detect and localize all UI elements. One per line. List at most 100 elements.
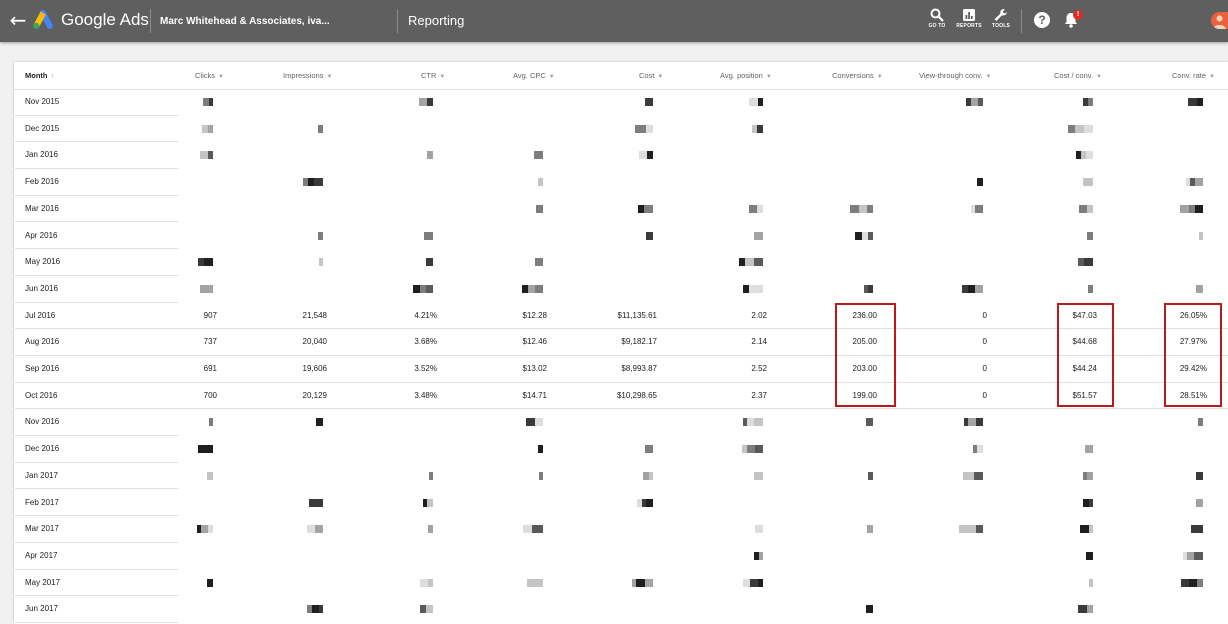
column-header-avg-cpc[interactable]: Avg. CPC ▼ [513, 71, 555, 82]
redacted-value-block [976, 525, 983, 534]
column-header-conversions[interactable]: Conversions ▼ [832, 71, 883, 82]
table-row: Mar 2016 [15, 196, 1228, 223]
cost-cell: $11,135.61 [617, 310, 657, 320]
redacted-value-block [312, 605, 319, 614]
redacted-value-block [647, 151, 653, 160]
month-cell: Feb 2016 [25, 177, 59, 187]
dropdown-caret-icon: ▼ [1209, 74, 1215, 80]
redacted-value-block [522, 284, 528, 293]
column-header-impressions[interactable]: Impressions ▼ [283, 71, 332, 82]
goto-button[interactable]: GO TO [920, 8, 954, 36]
view-through-cell: 0 [982, 364, 987, 373]
month-cell: Apr 2017 [25, 550, 58, 560]
reports-button[interactable]: REPORTS [952, 8, 986, 36]
back-arrow-icon[interactable]: ← [8, 9, 28, 31]
redacted-value-block [645, 445, 653, 454]
dropdown-caret-icon: ▼ [326, 74, 333, 80]
redacted-value-block [1191, 525, 1197, 534]
redacted-value-block [855, 231, 862, 240]
redacted-value-block [635, 124, 641, 133]
redacted-value-block [307, 525, 315, 534]
column-header-month[interactable]: Month ↑ [25, 71, 54, 82]
table-row: Feb 2016 [15, 169, 1228, 196]
redacted-value-block [1187, 551, 1194, 560]
redacted-value-block [976, 418, 983, 427]
avg-position-cell: 2.52 [751, 364, 767, 373]
table-row: Feb 2017 [15, 490, 1228, 517]
impressions-cell: 19,606 [302, 364, 327, 373]
view-through-cell: 0 [982, 337, 987, 347]
redacted-value-block [754, 551, 759, 560]
month-cell: Feb 2017 [25, 497, 59, 507]
redacted-value-block [413, 284, 420, 293]
dropdown-caret-icon: ▼ [657, 74, 664, 80]
ctr-cell: 3.68% [414, 337, 437, 347]
redacted-value-block [1083, 98, 1088, 106]
redacted-value-block [318, 498, 323, 507]
avatar[interactable] [1211, 12, 1228, 29]
redacted-value-block [198, 445, 204, 454]
redacted-value-block [523, 525, 532, 534]
redacted-value-block [754, 231, 763, 240]
conversions-cell: 203.00 [852, 364, 877, 373]
redacted-value-block [962, 284, 968, 293]
column-header-conv-rate[interactable]: Conv. rate ▼ [1172, 71, 1215, 82]
redacted-value-block [639, 151, 647, 160]
redacted-value-block [420, 605, 426, 614]
avg-cpc-cell: $13.02 [522, 364, 547, 373]
redacted-value-block [757, 124, 763, 133]
month-cell: Mar 2016 [25, 203, 59, 213]
table-row: May 2017 [15, 570, 1228, 597]
redacted-value-block [1195, 178, 1203, 187]
column-header-view-through-conv[interactable]: View-through conv. ▼ [919, 71, 991, 82]
account-selector[interactable]: Marc Whitehead & Associates, iva... [160, 15, 330, 29]
redacted-value-block [315, 525, 323, 534]
table-row: Nov 2016 [15, 409, 1228, 437]
ctr-cell: 4.21% [414, 310, 437, 320]
redacted-value-block [646, 498, 653, 507]
redacted-value-block [316, 418, 323, 427]
redacted-value-block [747, 445, 755, 454]
redacted-value-block [1198, 418, 1203, 427]
redacted-value-block [1081, 151, 1086, 160]
avg-position-cell: 2.37 [751, 390, 767, 400]
column-header-clicks[interactable]: Clicks ▼ [195, 71, 224, 82]
month-cell: Nov 2016 [25, 417, 60, 427]
redacted-value-block [1196, 284, 1203, 293]
redacted-value-block [534, 151, 543, 160]
column-header-cost[interactable]: Cost ▼ [639, 71, 663, 82]
reports-icon [963, 9, 975, 21]
column-header-cost-per-conv[interactable]: Cost / conv. ▼ [1054, 71, 1102, 82]
help-icon[interactable]: ? [1034, 12, 1050, 28]
redacted-value-block [646, 231, 653, 240]
redacted-value-block [742, 445, 747, 454]
tools-button[interactable]: TOOLS [984, 8, 1018, 36]
redacted-value-block [1083, 471, 1087, 480]
redacted-value-block [1084, 258, 1093, 267]
redacted-value-block [308, 178, 314, 187]
avg-cpc-cell: $12.46 [522, 337, 547, 347]
redacted-value-block [428, 525, 433, 534]
redacted-value-block [1089, 498, 1093, 507]
redacted-value-block [754, 418, 763, 427]
redacted-value-block [1087, 605, 1093, 614]
redacted-value-block [1086, 151, 1093, 160]
redacted-value-block [1076, 151, 1081, 160]
avg-cpc-cell: $14.71 [522, 390, 547, 400]
redacted-value-block [868, 231, 873, 240]
redacted-value-block [638, 204, 644, 213]
cost-cell: $8,993.87 [621, 364, 657, 373]
conversions-cell: 199.00 [852, 390, 877, 400]
redacted-value-block [754, 471, 763, 480]
redacted-value-block [968, 284, 975, 293]
redacted-value-block [649, 471, 653, 480]
conv-rate-cell: 28.51% [1179, 390, 1207, 400]
ctr-cell: 3.48% [414, 390, 437, 400]
redacted-value-block [1196, 498, 1203, 507]
column-header-ctr[interactable]: CTR ▼ [421, 71, 445, 82]
table-row: May 2016 [15, 249, 1228, 276]
redacted-value-block [642, 498, 646, 507]
redacted-value-block [862, 231, 868, 240]
redacted-value-block [424, 231, 433, 240]
column-header-avg-position[interactable]: Avg. position ▼ [720, 71, 772, 82]
